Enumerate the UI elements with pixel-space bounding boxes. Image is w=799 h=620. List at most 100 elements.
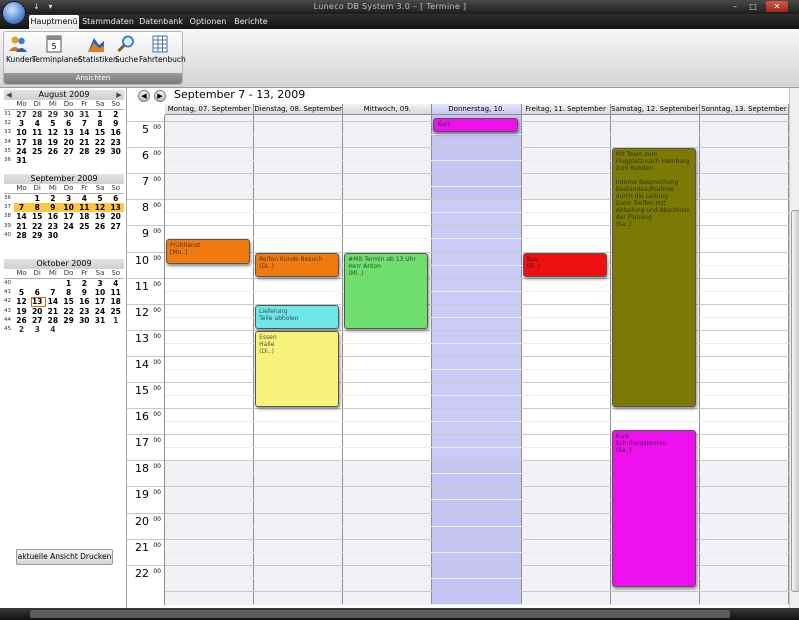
mini-day[interactable]: 10 bbox=[14, 128, 29, 137]
mini-day[interactable]: 26 bbox=[45, 147, 60, 156]
mini-day[interactable]: 31 bbox=[14, 156, 29, 165]
mini-day[interactable]: 9 bbox=[77, 288, 92, 297]
mini-day[interactable]: 9 bbox=[45, 203, 60, 212]
day-column-header[interactable]: Sonntag, 13. September bbox=[699, 104, 789, 115]
mini-day[interactable]: 6 bbox=[61, 119, 76, 128]
tab-berichte[interactable]: Berichte bbox=[232, 15, 270, 29]
mini-day[interactable]: 21 bbox=[77, 138, 92, 147]
mini-day[interactable]: 16 bbox=[77, 297, 92, 306]
mini-day[interactable]: 28 bbox=[45, 316, 60, 325]
appointment[interactable]: Prüfdienst [Mo..] bbox=[166, 239, 251, 264]
mini-day[interactable]: 11 bbox=[77, 203, 92, 212]
close-icon[interactable]: ✕ bbox=[766, 1, 788, 12]
mini-day[interactable]: 29 bbox=[61, 316, 76, 325]
mini-day[interactable]: 23 bbox=[77, 307, 92, 316]
mini-day[interactable]: 2 bbox=[14, 325, 29, 334]
mini-day[interactable]: 13 bbox=[61, 128, 76, 137]
terminplaner-button[interactable]: 5 Terminplaner bbox=[32, 34, 81, 70]
quick-access-save-icon[interactable]: ↓ bbox=[31, 1, 42, 12]
mini-day[interactable]: 6 bbox=[108, 194, 123, 203]
mini-day[interactable]: 18 bbox=[108, 297, 123, 306]
calendar-grid[interactable]: Prüfdienst [Mo..] Reifen Kunde Besuch (Di..… bbox=[165, 115, 789, 605]
appointment[interactable]: Mit Team zum Flugplatz nach Hamburg zum Ku… bbox=[611, 148, 696, 408]
appointment[interactable]: Reifen Kunde Besuch (Di..) bbox=[255, 252, 340, 277]
mini-day[interactable]: 25 bbox=[30, 147, 45, 156]
mini-day[interactable]: 30 bbox=[108, 147, 123, 156]
mini-day[interactable]: 20 bbox=[108, 212, 123, 221]
mini-day[interactable]: 13 bbox=[108, 203, 123, 212]
appointment[interactable]: Lieferung Teile abholen bbox=[255, 304, 340, 329]
tab-hauptmenu[interactable]: Hauptmenü bbox=[29, 15, 79, 29]
kunden-button[interactable]: Kunden bbox=[6, 34, 34, 70]
mini-day[interactable]: 3 bbox=[14, 119, 29, 128]
mini-day[interactable]: 24 bbox=[61, 222, 76, 231]
mini-day[interactable]: 7 bbox=[45, 288, 60, 297]
mini-day[interactable]: 6 bbox=[30, 288, 45, 297]
mini-day[interactable]: 14 bbox=[14, 212, 29, 221]
day-column-header[interactable]: Freitag, 11. September bbox=[521, 104, 611, 115]
mini-day[interactable]: 8 bbox=[61, 288, 76, 297]
mini-day[interactable]: 2 bbox=[77, 279, 92, 288]
mini-day[interactable]: 20 bbox=[61, 138, 76, 147]
mini-day[interactable]: 21 bbox=[45, 307, 60, 316]
day-column-header[interactable]: Mittwoch, 09. September bbox=[343, 104, 433, 124]
mini-day[interactable]: 27 bbox=[108, 222, 123, 231]
mini-day[interactable]: 26 bbox=[93, 222, 108, 231]
mini-day[interactable]: 19 bbox=[93, 212, 108, 221]
maximize-icon[interactable]: □ bbox=[745, 1, 761, 12]
mini-day[interactable]: 5 bbox=[14, 288, 29, 297]
mini-day[interactable]: 3 bbox=[30, 325, 45, 334]
mini-day[interactable]: 12 bbox=[14, 297, 29, 306]
prev-week-icon[interactable]: ◀ bbox=[138, 90, 150, 102]
suche-button[interactable]: Suche bbox=[115, 34, 138, 70]
mini-day[interactable]: 2 bbox=[108, 110, 123, 119]
mini-day[interactable]: 30 bbox=[61, 110, 76, 119]
mini-day[interactable]: 12 bbox=[45, 128, 60, 137]
mini-day[interactable]: 4 bbox=[30, 119, 45, 128]
next-month-icon[interactable]: ▶ bbox=[115, 90, 123, 100]
app-menu-orb-icon[interactable] bbox=[2, 1, 26, 25]
mini-day[interactable]: 1 bbox=[93, 110, 108, 119]
mini-day[interactable]: 29 bbox=[45, 110, 60, 119]
tab-stammdaten[interactable]: Stammdaten bbox=[82, 15, 134, 29]
mini-day[interactable]: 3 bbox=[93, 279, 108, 288]
next-week-icon[interactable]: ▶ bbox=[154, 90, 166, 102]
day-column[interactable] bbox=[432, 115, 522, 605]
day-column[interactable] bbox=[165, 115, 255, 605]
mini-day[interactable]: 23 bbox=[45, 222, 60, 231]
mini-day[interactable]: 11 bbox=[30, 128, 45, 137]
day-column-header[interactable]: Samstag, 12. September bbox=[610, 104, 700, 115]
mini-day[interactable]: 14 bbox=[45, 297, 60, 306]
mini-day[interactable]: 17 bbox=[14, 138, 29, 147]
day-column[interactable] bbox=[522, 115, 611, 605]
mini-day[interactable]: 22 bbox=[30, 222, 45, 231]
quick-access-menu-icon[interactable]: ▾ bbox=[45, 1, 56, 12]
mini-day[interactable]: 17 bbox=[61, 212, 76, 221]
mini-day[interactable]: 10 bbox=[93, 288, 108, 297]
mini-day[interactable]: 1 bbox=[30, 194, 45, 203]
mini-day[interactable]: 28 bbox=[30, 110, 45, 119]
mini-day[interactable]: 23 bbox=[108, 138, 123, 147]
mini-day[interactable]: 18 bbox=[77, 212, 92, 221]
mini-day[interactable]: 28 bbox=[14, 231, 29, 240]
mini-day[interactable]: 22 bbox=[61, 307, 76, 316]
mini-day[interactable]: 22 bbox=[93, 138, 108, 147]
mini-day[interactable]: 3 bbox=[61, 194, 76, 203]
mini-day[interactable]: 19 bbox=[14, 307, 29, 316]
mini-day[interactable]: 18 bbox=[30, 138, 45, 147]
minimize-icon[interactable]: – bbox=[727, 1, 743, 12]
mini-day[interactable]: 24 bbox=[93, 307, 108, 316]
appointment[interactable]: Essen Halle (Di..) bbox=[255, 330, 340, 408]
tab-optionen[interactable]: Optionen bbox=[188, 15, 228, 29]
mini-day[interactable]: 12 bbox=[93, 203, 108, 212]
appointment[interactable]: #Mit Termin ab 13 Uhr Herr Anton (Mi..) bbox=[344, 252, 429, 329]
mini-day[interactable]: 25 bbox=[108, 307, 123, 316]
mini-day[interactable]: 15 bbox=[93, 128, 108, 137]
mini-day[interactable]: 19 bbox=[45, 138, 60, 147]
mini-day[interactable]: 27 bbox=[30, 316, 45, 325]
mini-day[interactable]: 4 bbox=[108, 279, 123, 288]
mini-day[interactable]: 31 bbox=[93, 316, 108, 325]
mini-day[interactable]: 15 bbox=[30, 212, 45, 221]
mini-day[interactable]: 1 bbox=[61, 279, 76, 288]
scrollbar-thumb[interactable] bbox=[791, 210, 799, 592]
